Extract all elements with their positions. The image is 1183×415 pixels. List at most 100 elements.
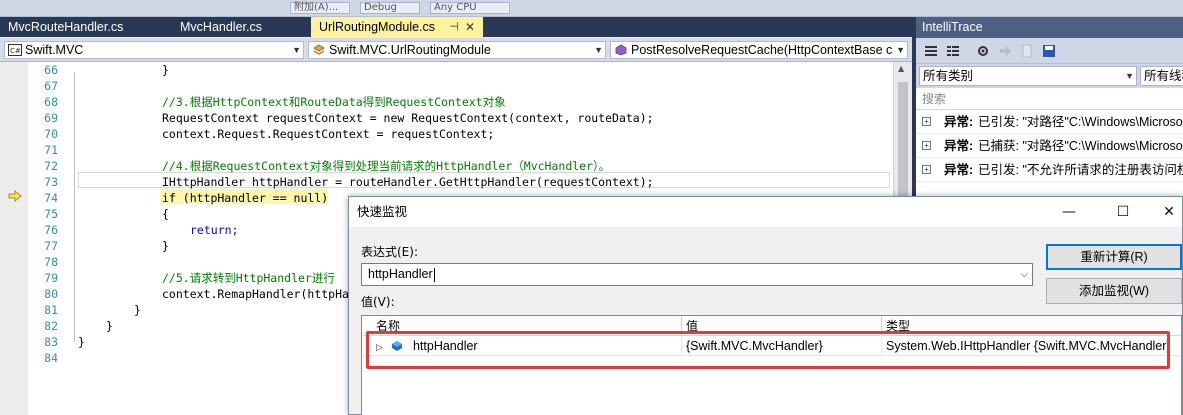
dialog-title: 快速监视 bbox=[357, 204, 408, 219]
event-description: 已捕获: "对路径"C:\Windows\Microso bbox=[978, 139, 1183, 153]
csharp-project-icon: C# bbox=[8, 44, 22, 56]
line-number: 79 bbox=[44, 271, 58, 285]
document-icon[interactable] bbox=[1020, 44, 1034, 58]
line-number: 69 bbox=[44, 111, 58, 125]
chevron-down-icon[interactable]: ▼ bbox=[1125, 67, 1134, 85]
line-number: 80 bbox=[44, 287, 58, 301]
document-tabs: MvcRouteHandler.cs MvcHandler.cs UrlRout… bbox=[0, 17, 912, 39]
debug-config-combo[interactable]: Debug bbox=[360, 2, 420, 14]
gear-icon[interactable] bbox=[976, 44, 990, 58]
grid-cell-value[interactable]: {Swift.MVC.MvcHandler} bbox=[682, 336, 882, 356]
code-line: 72 //4.根据RequestContext对象得到处理当前请求的HttpHan… bbox=[0, 158, 912, 174]
expand-icon[interactable]: + bbox=[922, 165, 931, 174]
line-number: 77 bbox=[44, 239, 58, 253]
category-filter-combo[interactable]: 所有类别 ▼ bbox=[919, 66, 1137, 86]
expression-input[interactable]: httpHandler ⌵ bbox=[361, 263, 1033, 286]
expand-icon[interactable]: + bbox=[922, 117, 931, 126]
thread-filter-value: 所有线程 bbox=[1144, 69, 1183, 83]
code-text: context.Request.RequestContext = request… bbox=[162, 127, 495, 141]
quickwatch-dialog: 快速监视 — ☐ ✕ 表达式(E): httpHandler ⌵ 重新计算(R)… bbox=[348, 196, 1183, 415]
arrow-right-icon[interactable] bbox=[998, 44, 1012, 58]
table-row[interactable]: ▷ httpHandler {Swift.MVC.MvcHandler} Sys… bbox=[362, 336, 1181, 356]
code-line: 67 bbox=[0, 78, 912, 94]
tab-label: UrlRoutingModule.cs bbox=[319, 20, 436, 34]
class-icon bbox=[313, 44, 325, 55]
chevron-down-icon[interactable]: ⌵ bbox=[1020, 264, 1028, 285]
event-kind: 异常: bbox=[944, 163, 974, 177]
chevron-down-icon[interactable]: ▼ bbox=[896, 42, 905, 58]
expand-triangle-icon[interactable]: ▷ bbox=[376, 337, 386, 356]
intellitrace-toolbar bbox=[916, 38, 1183, 64]
line-number: 66 bbox=[44, 63, 58, 77]
line-number: 74 bbox=[44, 191, 58, 205]
value-label: 值(V): bbox=[361, 295, 395, 309]
code-text: if (httpHandler == null) bbox=[162, 191, 329, 205]
code-line: 73 IHttpHandler httpHandler = routeHandle… bbox=[0, 174, 912, 190]
grouped-list-icon[interactable] bbox=[946, 44, 960, 58]
code-line: 71 bbox=[0, 142, 912, 158]
class-combo[interactable]: Swift.MVC.UrlRoutingModule ▼ bbox=[308, 41, 606, 59]
line-number: 76 bbox=[44, 223, 58, 237]
grid-cell-name: ▷ httpHandler bbox=[362, 336, 682, 356]
code-line: 70 context.Request.RequestContext = reque… bbox=[0, 126, 912, 142]
event-kind: 异常: bbox=[944, 115, 974, 129]
field-icon bbox=[392, 341, 403, 351]
event-description: 已引发: "不允许所请求的注册表访问权 bbox=[978, 163, 1183, 177]
attach-button[interactable]: 附加(A)... bbox=[290, 2, 350, 14]
code-keyword: return; bbox=[190, 223, 239, 237]
minimize-icon[interactable]: — bbox=[1046, 197, 1092, 227]
line-number: 67 bbox=[44, 79, 58, 93]
watch-grid[interactable]: 名称 值 类型 ▷ httpHandler {Swift.MVC.MvcHand… bbox=[361, 315, 1182, 415]
method-icon bbox=[615, 44, 627, 56]
close-icon[interactable]: ✕ bbox=[1146, 197, 1183, 227]
tab-mvchandler[interactable]: MvcHandler.cs bbox=[172, 17, 302, 38]
line-number: 72 bbox=[44, 159, 58, 173]
member-combo[interactable]: PostResolveRequestCache(HttpContextBase … bbox=[610, 41, 908, 59]
code-text: IHttpHandler httpHandler = routeHandler.… bbox=[162, 175, 654, 189]
line-number: 83 bbox=[44, 335, 58, 349]
tab-urlroutingmodule[interactable]: UrlRoutingModule.cs ⊣ ✕ bbox=[311, 17, 483, 38]
class-combo-value: Swift.MVC.UrlRoutingModule bbox=[329, 43, 491, 57]
tab-mvcroutehandler[interactable]: MvcRouteHandler.cs bbox=[0, 17, 160, 38]
maximize-icon[interactable]: ☐ bbox=[1100, 197, 1146, 227]
intellitrace-search-input[interactable]: 搜索 bbox=[916, 88, 1183, 110]
code-text: } bbox=[106, 319, 113, 333]
platform-combo[interactable]: Any CPU bbox=[430, 2, 510, 14]
line-number: 75 bbox=[44, 207, 58, 221]
text-caret bbox=[433, 267, 435, 282]
close-icon[interactable]: ✕ bbox=[465, 17, 475, 38]
intellitrace-filters: 所有类别 ▼ 所有线程 bbox=[916, 64, 1183, 88]
code-text: } bbox=[78, 335, 85, 349]
dialog-titlebar[interactable]: 快速监视 — ☐ ✕ bbox=[349, 197, 1182, 227]
scroll-up-icon[interactable]: ▲ bbox=[898, 64, 904, 73]
save-icon[interactable] bbox=[1042, 44, 1056, 58]
column-header-value[interactable]: 值 bbox=[682, 316, 882, 336]
expand-icon[interactable]: + bbox=[922, 141, 931, 150]
column-header-type[interactable]: 类型 bbox=[882, 316, 1181, 336]
code-comment: //4.根据RequestContext对象得到处理当前请求的HttpHandl… bbox=[162, 159, 611, 173]
project-combo[interactable]: C# Swift.MVC ▼ bbox=[4, 41, 304, 59]
chevron-down-icon[interactable]: ▼ bbox=[292, 42, 301, 58]
chevron-down-icon[interactable]: ▼ bbox=[594, 42, 603, 58]
intellitrace-title: IntelliTrace bbox=[916, 17, 1183, 38]
grid-cell-type: System.Web.IHttpHandler {Swift.MVC.MvcHa… bbox=[882, 336, 1181, 356]
line-number: 73 bbox=[44, 175, 58, 189]
code-text: } bbox=[134, 303, 141, 317]
intellitrace-event-row[interactable]: + 异常: 已引发: "不允许所请求的注册表访问权 bbox=[916, 158, 1183, 182]
tab-label: MvcRouteHandler.cs bbox=[8, 20, 124, 34]
intellitrace-event-row[interactable]: + 异常: 已引发: "对路径"C:\Windows\Microso bbox=[916, 110, 1183, 134]
code-text: } bbox=[162, 239, 169, 253]
reevaluate-button[interactable]: 重新计算(R) bbox=[1046, 244, 1182, 270]
intellitrace-event-row[interactable]: + 异常: 已捕获: "对路径"C:\Windows\Microso bbox=[916, 134, 1183, 158]
line-number: 70 bbox=[44, 127, 58, 141]
code-comment: //3.根据HttpContext和RouteData得到RequestCont… bbox=[162, 95, 506, 109]
thread-filter-combo[interactable]: 所有线程 bbox=[1140, 66, 1183, 86]
tab-label: MvcHandler.cs bbox=[180, 20, 262, 34]
list-view-icon[interactable] bbox=[924, 44, 938, 58]
code-text: } bbox=[162, 63, 169, 77]
column-header-name[interactable]: 名称 bbox=[362, 316, 682, 336]
add-watch-button[interactable]: 添加监视(W) bbox=[1046, 278, 1182, 304]
pin-icon[interactable]: ⊣ bbox=[449, 17, 459, 38]
line-number: 82 bbox=[44, 319, 58, 333]
expression-label: 表达式(E): bbox=[361, 245, 418, 259]
